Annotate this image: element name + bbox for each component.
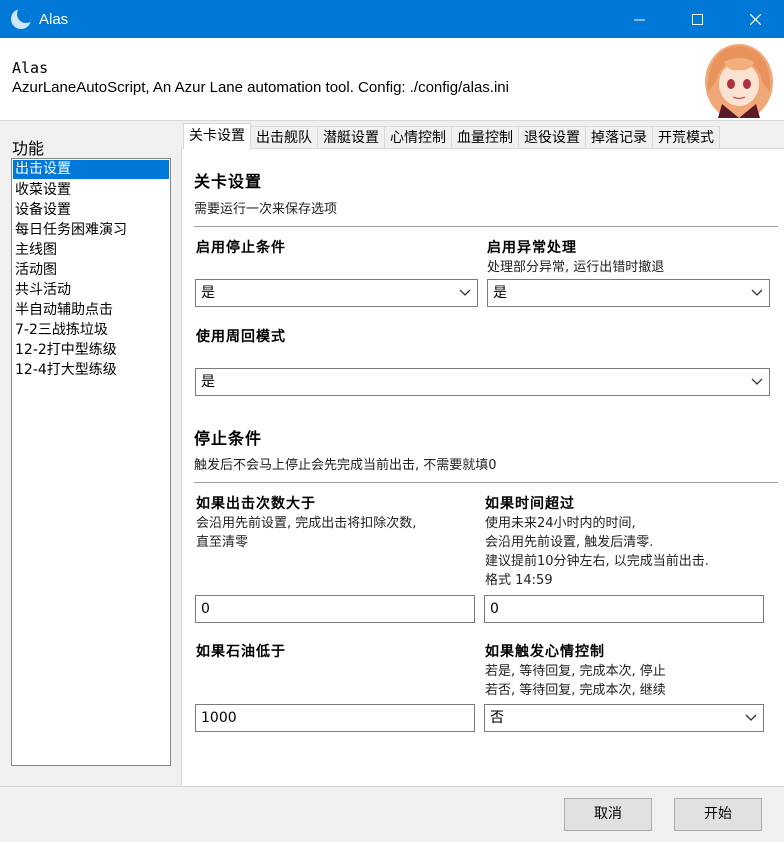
time-exceed-input[interactable]: 0 [484, 595, 764, 623]
time-exceed-help-line: 使用未来24小时内的时间, [485, 516, 636, 531]
enable-exception-label: 启用异常处理 [487, 240, 577, 256]
sidebar-item-12-2[interactable]: 12-2打中型练级 [12, 340, 170, 360]
emotion-trigger-help: 若是, 等待回复, 完成本次, 停止 若否, 等待回复, 完成本次, 继续 [485, 662, 666, 700]
minimize-button[interactable] [610, 0, 668, 38]
title-bar: Alas [0, 0, 784, 38]
main-area: 功能 出击设置 收菜设置 设备设置 每日任务困难演习 主线图 活动图 共斗活动 … [0, 120, 784, 787]
tab-submarine[interactable]: 潜艇设置 [317, 126, 385, 149]
chevron-down-icon [751, 378, 763, 385]
tab-emotion[interactable]: 心情控制 [384, 126, 452, 149]
maximize-icon [691, 13, 703, 25]
divider [194, 226, 778, 227]
sidebar-item-harvest-settings[interactable]: 收菜设置 [12, 180, 170, 200]
emotion-trigger-value: 否 [490, 710, 504, 726]
app-logo-icon [11, 9, 31, 29]
time-exceed-help: 使用未来24小时内的时间, 会沿用先前设置, 触发后清零. 建议提前10分钟左右… [485, 514, 709, 590]
close-icon [749, 13, 761, 25]
enable-stop-value: 是 [201, 285, 215, 301]
tab-clear-mode[interactable]: 开荒模式 [652, 126, 720, 149]
chevron-down-icon [459, 289, 471, 296]
divider [194, 482, 778, 483]
tab-retire[interactable]: 退役设置 [518, 126, 586, 149]
section-subtitle-stop: 触发后不会马上停止会先完成当前出击, 不需要就填0 [194, 458, 497, 473]
battle-count-help: 会沿用先前设置, 完成出击将扣除次数, 直至清零 [196, 514, 416, 552]
enable-exception-value: 是 [493, 285, 507, 301]
sidebar-item-event-map[interactable]: 活动图 [12, 260, 170, 280]
sidebar-item-7-2[interactable]: 7-2三战拣垃圾 [12, 320, 170, 340]
sidebar-item-device-settings[interactable]: 设备设置 [12, 200, 170, 220]
time-exceed-help-line: 会沿用先前设置, 触发后清零. [485, 535, 654, 550]
emotion-trigger-select[interactable]: 否 [484, 704, 764, 732]
loop-mode-value: 是 [201, 374, 215, 390]
sidebar-item-daily-tasks[interactable]: 每日任务困难演习 [12, 220, 170, 240]
enable-exception-select[interactable]: 是 [487, 279, 770, 307]
enable-exception-help: 处理部分异常, 运行出错时撤退 [487, 260, 665, 275]
window-controls [610, 0, 784, 38]
window-title: Alas [39, 10, 69, 28]
app-header: Alas AzurLaneAutoScript, An Azur Lane au… [0, 38, 784, 120]
time-exceed-help-line: 格式 14:59 [485, 573, 553, 588]
tab-bar: 关卡设置 出击舰队 潜艇设置 心情控制 血量控制 退役设置 掉落记录 开荒模式 [183, 123, 720, 149]
loop-mode-select[interactable]: 是 [195, 368, 770, 396]
oil-below-label: 如果石油低于 [196, 644, 286, 660]
time-exceed-label: 如果时间超过 [485, 496, 575, 512]
chevron-down-icon [745, 714, 757, 721]
time-exceed-help-line: 建议提前10分钟左右, 以完成当前出击. [485, 554, 709, 569]
sidebar-item-12-4[interactable]: 12-4打大型练级 [12, 360, 170, 380]
battle-count-help-line: 会沿用先前设置, 完成出击将扣除次数, [196, 516, 417, 531]
minimize-icon [633, 19, 645, 20]
tab-fleet[interactable]: 出击舰队 [250, 126, 318, 149]
battle-count-input[interactable]: 0 [195, 595, 475, 623]
chevron-down-icon [751, 289, 763, 296]
sidebar-item-raid-event[interactable]: 共斗活动 [12, 280, 170, 300]
start-button[interactable]: 开始 [674, 798, 762, 831]
close-button[interactable] [726, 0, 784, 38]
tab-drop-record[interactable]: 掉落记录 [585, 126, 653, 149]
cancel-button[interactable]: 取消 [564, 798, 652, 831]
emotion-trigger-help-line: 若是, 等待回复, 完成本次, 停止 [485, 664, 666, 679]
oil-below-input[interactable]: 1000 [195, 704, 475, 732]
tab-stage-settings[interactable]: 关卡设置 [183, 123, 251, 149]
footer-bar: 取消 开始 [0, 786, 784, 842]
section-title-stop: 停止条件 [194, 429, 263, 448]
emotion-trigger-label: 如果触发心情控制 [485, 644, 605, 660]
sidebar-item-semi-auto[interactable]: 半自动辅助点击 [12, 300, 170, 320]
battle-count-help-line: 直至清零 [196, 535, 249, 550]
loop-mode-label: 使用周回模式 [196, 329, 286, 345]
maximize-button[interactable] [668, 0, 726, 38]
enable-stop-select[interactable]: 是 [195, 279, 478, 307]
sidebar-item-main-map[interactable]: 主线图 [12, 240, 170, 260]
battle-count-label: 如果出击次数大于 [196, 496, 316, 512]
tab-hp[interactable]: 血量控制 [451, 126, 519, 149]
character-avatar [702, 42, 776, 118]
section-title-stage: 关卡设置 [194, 172, 263, 191]
app-name: Alas [12, 59, 49, 77]
section-subtitle-stage: 需要运行一次来保存选项 [194, 202, 338, 217]
app-description: AzurLaneAutoScript, An Azur Lane automat… [12, 79, 509, 96]
sidebar-item-battle-settings[interactable]: 出击设置 [13, 160, 169, 179]
settings-panel: 关卡设置 需要运行一次来保存选项 启用停止条件 是 启用异常处理 处理部分异常,… [181, 148, 784, 787]
sidebar-title: 功能 [12, 139, 45, 158]
emotion-trigger-help-line: 若否, 等待回复, 完成本次, 继续 [485, 683, 666, 698]
enable-stop-label: 启用停止条件 [196, 240, 286, 256]
function-list[interactable]: 出击设置 收菜设置 设备设置 每日任务困难演习 主线图 活动图 共斗活动 半自动… [11, 158, 171, 766]
